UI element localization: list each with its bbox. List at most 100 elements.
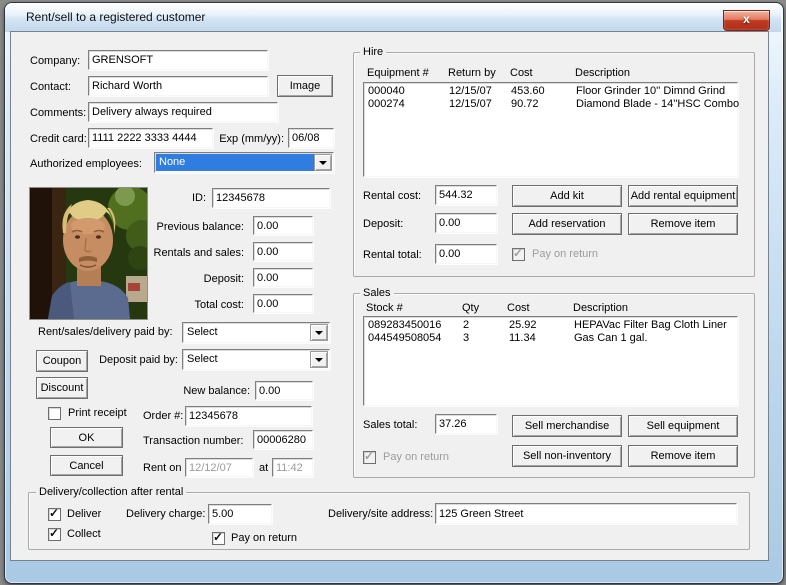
hire-group-title: Hire — [360, 46, 386, 58]
collect-checkbox[interactable]: ✓ — [48, 528, 61, 541]
sales-col-qty: Qty — [462, 302, 479, 314]
credit-card-field[interactable] — [88, 128, 213, 148]
comments-field[interactable] — [88, 102, 278, 122]
hire-col-return-by: Return by — [448, 67, 496, 79]
check-icon: ✓ — [364, 449, 374, 463]
rental-cost-field[interactable] — [435, 185, 497, 205]
rentals-and-sales-label: Rentals and sales: — [120, 247, 244, 259]
check-icon: ✓ — [49, 506, 59, 520]
sales-cell-cost: 25.92 — [509, 319, 537, 331]
check-icon: ✓ — [49, 526, 59, 540]
sales-listbox[interactable]: 089283450016 2 25.92 HEPAVac Filter Bag … — [363, 316, 738, 406]
ok-button[interactable]: OK — [50, 427, 123, 448]
rent-date-field — [185, 458, 253, 477]
hire-col-description: Description — [575, 67, 630, 79]
authorized-employees-combo[interactable]: None — [154, 152, 334, 173]
exp-field[interactable] — [288, 128, 334, 148]
sales-row[interactable]: 044549508054 3 11.34 Gas Can 1 gal. — [364, 332, 737, 345]
hire-cell-description: Diamond Blade - 14''HSC Combo — [576, 98, 739, 110]
hire-remove-item-button[interactable]: Remove item — [628, 213, 738, 235]
chevron-down-icon[interactable] — [310, 351, 328, 368]
comments-label: Comments: — [30, 107, 86, 119]
contact-label: Contact: — [30, 81, 71, 93]
hire-deposit-field[interactable] — [435, 213, 497, 233]
company-label: Company: — [30, 55, 80, 67]
paid-by-combo[interactable]: Select — [182, 322, 330, 343]
paid-by-label: Rent/sales/delivery paid by: — [38, 326, 173, 338]
contact-field[interactable] — [88, 76, 268, 96]
rental-total-field[interactable] — [435, 244, 497, 264]
coupon-button[interactable]: Coupon — [36, 350, 88, 372]
authorized-employees-label: Authorized employees: — [30, 158, 142, 170]
chevron-down-icon[interactable] — [314, 154, 332, 171]
rentals-and-sales-field[interactable] — [253, 242, 313, 261]
image-button[interactable]: Image — [277, 75, 333, 97]
sales-col-stock: Stock # — [366, 302, 403, 314]
sales-group-title: Sales — [360, 287, 394, 299]
hire-row[interactable]: 000040 12/15/07 453.60 Floor Grinder 10'… — [364, 85, 737, 98]
previous-balance-field[interactable] — [253, 216, 313, 235]
sales-cell-description: HEPAVac Filter Bag Cloth Liner — [574, 319, 727, 331]
window-title: Rent/sell to a registered customer — [26, 10, 205, 24]
delivery-address-label: Delivery/site address: — [328, 508, 430, 520]
transaction-number-field[interactable] — [253, 430, 313, 449]
discount-button[interactable]: Discount — [36, 377, 88, 399]
new-balance-field[interactable] — [255, 381, 313, 400]
sales-cell-stock: 044549508054 — [368, 332, 441, 344]
id-field[interactable] — [212, 188, 330, 208]
order-label: Order #: — [143, 410, 183, 422]
sales-total-label: Sales total: — [363, 419, 417, 431]
transaction-number-label: Transaction number: — [143, 435, 243, 447]
rent-on-label: Rent on — [143, 462, 182, 474]
sales-cell-qty: 3 — [463, 332, 469, 344]
hire-deposit-label: Deposit: — [363, 218, 403, 230]
delivery-address-field[interactable] — [435, 503, 737, 524]
delivery-charge-field[interactable] — [208, 504, 272, 524]
combo-selected-value: None — [156, 154, 316, 171]
print-receipt-label: Print receipt — [68, 407, 127, 419]
hire-cell-description: Floor Grinder 10'' Dimnd Grind — [576, 85, 725, 97]
id-label: ID: — [192, 192, 206, 204]
company-field[interactable] — [88, 50, 268, 70]
hire-cell-equipment: 000274 — [368, 98, 405, 110]
sales-col-cost: Cost — [507, 302, 530, 314]
print-receipt-checkbox[interactable]: ✓ — [48, 407, 61, 420]
hire-cell-equipment: 000040 — [368, 85, 405, 97]
delivery-group-title: Delivery/collection after rental — [36, 486, 186, 498]
combo-selected-value: Select — [184, 324, 312, 341]
deliver-checkbox[interactable]: ✓ — [48, 508, 61, 521]
rent-time-field — [272, 458, 313, 477]
hire-col-equipment: Equipment # — [367, 67, 429, 79]
add-kit-button[interactable]: Add kit — [512, 185, 622, 207]
sales-total-field[interactable] — [435, 414, 497, 434]
sell-merchandise-button[interactable]: Sell merchandise — [512, 415, 622, 437]
rental-total-label: Rental total: — [363, 249, 422, 261]
sell-non-inventory-button[interactable]: Sell non-inventory — [512, 445, 622, 467]
add-rental-equipment-button[interactable]: Add rental equipment — [628, 185, 738, 207]
hire-cell-cost: 453.60 — [511, 85, 545, 97]
order-field[interactable] — [185, 406, 312, 426]
deposit-paid-by-combo[interactable]: Select — [182, 349, 330, 370]
deposit-field[interactable] — [253, 268, 313, 287]
total-cost-field[interactable] — [253, 294, 313, 313]
delivery-pay-on-return-checkbox[interactable]: ✓ — [212, 532, 225, 545]
check-icon: ✓ — [513, 246, 523, 260]
hire-row[interactable]: 000274 12/15/07 90.72 Diamond Blade - 14… — [364, 98, 737, 111]
previous-balance-label: Previous balance: — [120, 221, 244, 233]
at-label: at — [259, 462, 268, 474]
deposit-paid-by-label: Deposit paid by: — [90, 354, 178, 366]
hire-listbox[interactable]: 000040 12/15/07 453.60 Floor Grinder 10'… — [363, 82, 738, 177]
close-button[interactable]: x — [723, 10, 770, 31]
sell-equipment-button[interactable]: Sell equipment — [628, 415, 738, 437]
add-reservation-button[interactable]: Add reservation — [512, 213, 622, 235]
sales-col-description: Description — [573, 302, 628, 314]
screen: Rent/sell to a registered customer x Com… — [0, 0, 786, 585]
sales-remove-item-button[interactable]: Remove item — [628, 445, 738, 467]
sales-pay-on-return-checkbox: ✓ — [363, 451, 376, 464]
sales-row[interactable]: 089283450016 2 25.92 HEPAVac Filter Bag … — [364, 319, 737, 332]
credit-card-label: Credit card: — [30, 133, 87, 145]
chevron-down-icon[interactable] — [310, 324, 328, 341]
cancel-button[interactable]: Cancel — [50, 455, 123, 476]
hire-col-cost: Cost — [510, 67, 533, 79]
check-icon: ✓ — [213, 530, 223, 544]
